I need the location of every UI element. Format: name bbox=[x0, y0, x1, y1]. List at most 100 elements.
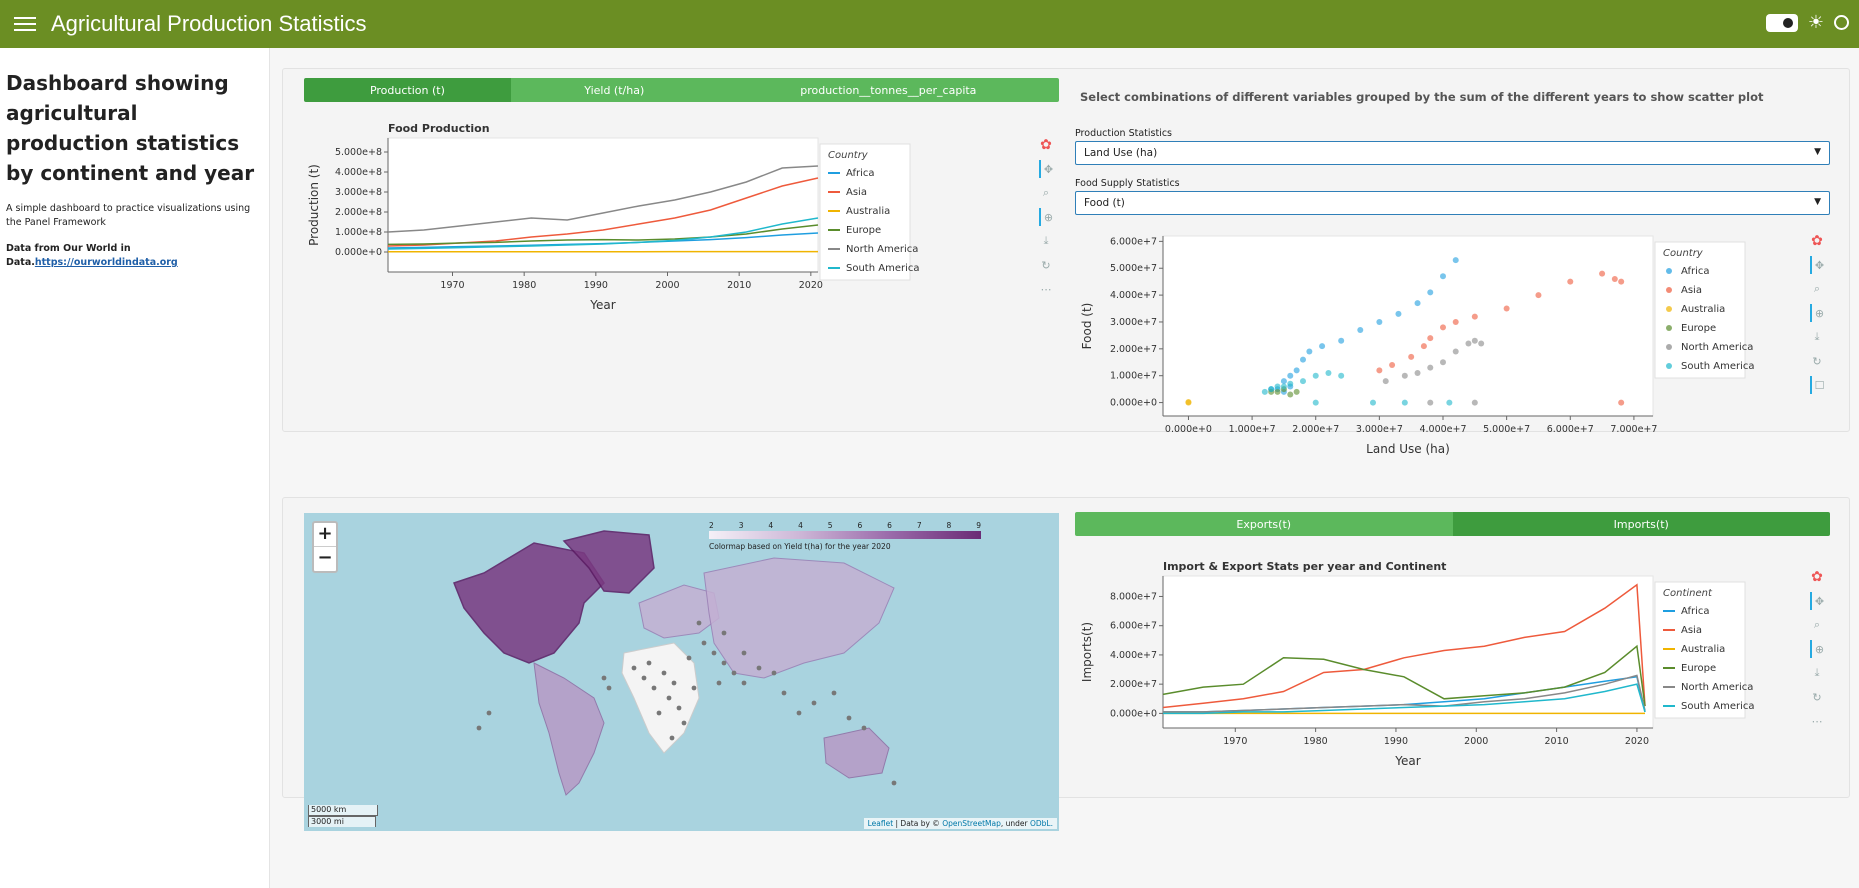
menu-icon[interactable] bbox=[14, 13, 36, 35]
map-marker[interactable] bbox=[711, 650, 717, 656]
map-marker[interactable] bbox=[641, 675, 647, 681]
food-supply-value: Food (t) bbox=[1084, 197, 1125, 209]
map-marker[interactable] bbox=[676, 705, 682, 711]
map-marker[interactable] bbox=[741, 650, 747, 656]
map-marker[interactable] bbox=[846, 715, 852, 721]
attribution-text: | Data by © bbox=[893, 819, 943, 828]
production-stats-select[interactable]: Land Use (ha) ▼ bbox=[1075, 141, 1830, 165]
leaflet-link[interactable]: Leaflet bbox=[868, 819, 894, 828]
pan-icon[interactable]: ✥ bbox=[1809, 592, 1824, 610]
bokeh-logo-icon[interactable]: ✿ bbox=[1811, 568, 1823, 586]
map-marker[interactable] bbox=[476, 725, 482, 731]
legend-title: Country bbox=[1663, 248, 1704, 259]
pan-icon[interactable]: ✥ bbox=[1038, 160, 1053, 178]
status-circle-icon bbox=[1834, 15, 1849, 30]
map-marker[interactable] bbox=[721, 660, 727, 666]
legend-swatch bbox=[1666, 363, 1672, 369]
hover-icon[interactable]: ☐ bbox=[1809, 376, 1824, 394]
zoom-in-button[interactable]: + bbox=[314, 523, 336, 547]
map-marker[interactable] bbox=[681, 720, 687, 726]
osm-link[interactable]: OpenStreetMap bbox=[942, 819, 1001, 828]
map-marker[interactable] bbox=[796, 710, 802, 716]
x-tick-label: 1980 bbox=[1304, 736, 1328, 747]
map-marker[interactable] bbox=[721, 630, 727, 636]
source-link[interactable]: https://ourworldindata.org bbox=[35, 257, 178, 268]
map-marker[interactable] bbox=[646, 660, 652, 666]
odbl-link[interactable]: ODbL. bbox=[1030, 819, 1053, 828]
more-icon[interactable]: ⋯ bbox=[1041, 280, 1052, 298]
chart2-toolbar: ✿ ✥ ⌕ ⊕ ⤓ ↻ ☐ bbox=[1807, 232, 1827, 394]
scatter-point bbox=[1287, 372, 1294, 379]
reset-icon[interactable]: ↻ bbox=[1812, 352, 1821, 370]
map-marker[interactable] bbox=[691, 685, 697, 691]
map-marker[interactable] bbox=[696, 620, 702, 626]
pan-icon[interactable]: ✥ bbox=[1809, 256, 1824, 274]
theme-toggle[interactable] bbox=[1765, 13, 1798, 32]
legend-label: North America bbox=[1681, 342, 1753, 353]
map-marker[interactable] bbox=[601, 675, 607, 681]
food-production-chart: Food Production 0.000e+0 1.000e+8 2.000e+8 3… bbox=[307, 122, 920, 312]
map-marker[interactable] bbox=[631, 665, 637, 671]
plot-area bbox=[1162, 235, 1654, 417]
tab-imports[interactable]: Imports(t) bbox=[1452, 512, 1830, 536]
scatter-point bbox=[1452, 348, 1459, 355]
map-marker[interactable] bbox=[686, 655, 692, 661]
sidebar-source: Data from Our World in Data.https://ourw… bbox=[6, 242, 263, 270]
reset-icon[interactable]: ↻ bbox=[1041, 256, 1050, 274]
save-icon[interactable]: ⤓ bbox=[1815, 328, 1820, 346]
map-marker[interactable] bbox=[666, 695, 672, 701]
sun-icon[interactable]: ☀ bbox=[1808, 12, 1824, 33]
bokeh-logo-icon[interactable]: ✿ bbox=[1040, 136, 1052, 154]
map-marker[interactable] bbox=[891, 780, 897, 786]
scatter-point bbox=[1287, 380, 1294, 387]
save-icon[interactable]: ⤓ bbox=[1044, 232, 1049, 250]
legend-title: Country bbox=[828, 150, 869, 161]
box-zoom-icon[interactable]: ⌕ bbox=[1043, 184, 1049, 202]
map-marker[interactable] bbox=[741, 680, 747, 686]
map-marker[interactable] bbox=[756, 665, 762, 671]
map-marker[interactable] bbox=[716, 680, 722, 686]
map-marker[interactable] bbox=[831, 690, 837, 696]
map-marker[interactable] bbox=[651, 685, 657, 691]
map-marker[interactable] bbox=[771, 670, 777, 676]
chart-title: Food Production bbox=[388, 122, 490, 135]
map-marker[interactable] bbox=[701, 640, 707, 646]
scatter-point bbox=[1300, 356, 1306, 363]
map-marker[interactable] bbox=[486, 710, 492, 716]
food-supply-select[interactable]: Food (t) ▼ bbox=[1075, 191, 1830, 215]
map-marker[interactable] bbox=[731, 670, 737, 676]
save-icon[interactable]: ⤓ bbox=[1815, 664, 1820, 682]
scatter-point bbox=[1287, 391, 1294, 398]
map-marker[interactable] bbox=[671, 680, 677, 686]
tab-yield[interactable]: Yield (t/ha) bbox=[510, 78, 718, 102]
tab-production[interactable]: Production (t) bbox=[304, 78, 511, 102]
wheel-zoom-icon[interactable]: ⊕ bbox=[1809, 640, 1824, 658]
map-marker[interactable] bbox=[661, 670, 667, 676]
world-map[interactable]: + − 2 3 4 4 5 6 6 7 8 9 Colormap based on Yield t… bbox=[304, 513, 1059, 831]
scatter-point bbox=[1618, 278, 1625, 285]
wheel-zoom-icon[interactable]: ⊕ bbox=[1038, 208, 1053, 226]
sidebar: Dashboard showing agricultural productio… bbox=[0, 48, 270, 888]
more-icon[interactable]: ⋯ bbox=[1812, 712, 1823, 730]
zoom-out-button[interactable]: − bbox=[314, 547, 336, 571]
map-marker[interactable] bbox=[669, 735, 675, 741]
app-title: Agricultural Production Statistics bbox=[51, 11, 367, 36]
wheel-zoom-icon[interactable]: ⊕ bbox=[1809, 304, 1824, 322]
tab-per-capita[interactable]: production__tonnes__per_capita bbox=[717, 78, 1059, 102]
production-tabs: Production (t) Yield (t/ha) production__… bbox=[304, 78, 1059, 102]
scatter-point bbox=[1618, 399, 1625, 406]
bokeh-logo-icon[interactable]: ✿ bbox=[1811, 232, 1823, 250]
tab-exports[interactable]: Exports(t) bbox=[1075, 512, 1453, 536]
map-marker[interactable] bbox=[781, 690, 787, 696]
map-marker[interactable] bbox=[861, 725, 867, 731]
legend-swatch bbox=[1666, 287, 1672, 293]
box-zoom-icon[interactable]: ⌕ bbox=[1814, 616, 1820, 634]
map-marker[interactable] bbox=[656, 710, 662, 716]
y-tick-label: 0.000e+0 bbox=[335, 247, 382, 258]
box-zoom-icon[interactable]: ⌕ bbox=[1814, 280, 1820, 298]
map-marker[interactable] bbox=[811, 700, 817, 706]
scatter-point bbox=[1503, 305, 1510, 312]
map-marker[interactable] bbox=[606, 685, 612, 691]
reset-icon[interactable]: ↻ bbox=[1812, 688, 1821, 706]
attribution-under: , under bbox=[1000, 819, 1030, 828]
